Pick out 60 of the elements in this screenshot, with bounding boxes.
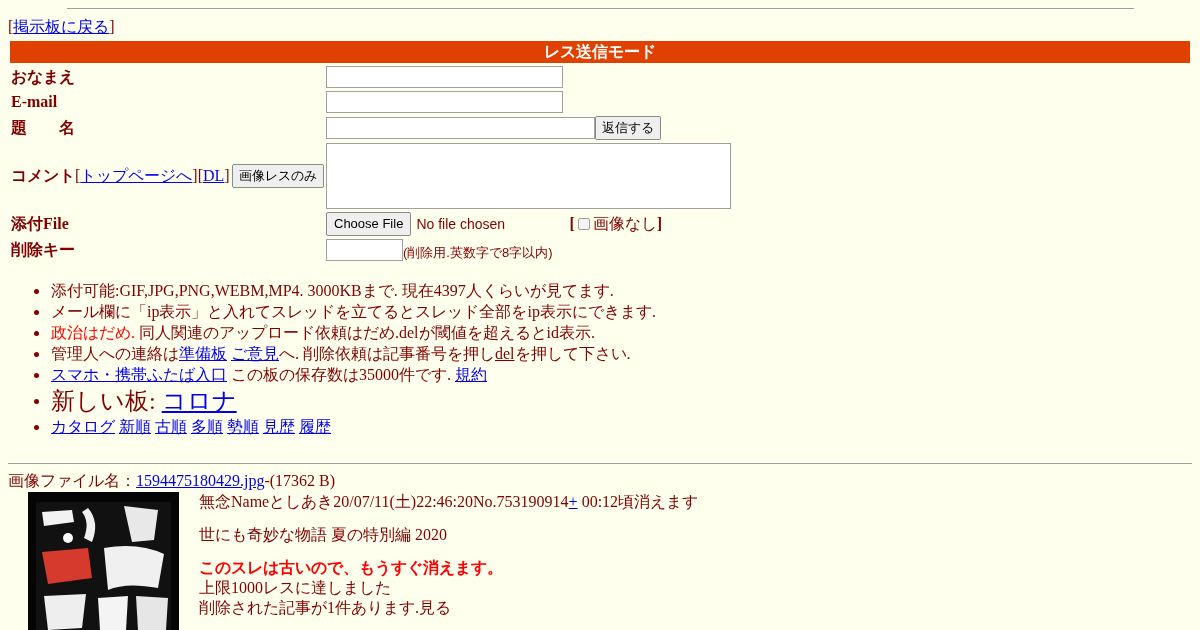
link[interactable]: 勢順 bbox=[227, 418, 259, 435]
choose-file-button[interactable]: Choose File bbox=[326, 212, 412, 236]
notice-text: メール欄に「ip表示」と入れてスレッドを立てるとスレッド全部をip表示にできます. bbox=[51, 302, 656, 322]
name-label: おなまえ bbox=[10, 67, 76, 88]
bullet-icon bbox=[34, 398, 39, 404]
no-image-checkbox[interactable] bbox=[577, 218, 590, 230]
expiry-warning: このスレは古いので、もうすぐ消えます。 bbox=[199, 558, 504, 578]
link[interactable]: 掲示板に戻る bbox=[13, 18, 110, 35]
comment-label: コメント[トップページへ][DL] bbox=[11, 166, 230, 186]
link[interactable]: ご意見 bbox=[231, 345, 279, 362]
notice-text: 添付可能:GIF,JPG,PNG,WEBM,MP4. 3000KBまで. 現在4397人くらいが見てます. bbox=[51, 281, 614, 301]
subject-label: 題 名 bbox=[10, 118, 76, 138]
bracket: [ bbox=[569, 214, 575, 234]
file-name-label: 画像ファイル名： bbox=[8, 471, 136, 491]
email-label: E-mail bbox=[10, 92, 59, 112]
subject-field[interactable] bbox=[326, 117, 595, 139]
link[interactable]: 履歴 bbox=[299, 418, 331, 435]
bullet-icon bbox=[34, 288, 39, 294]
notice-text: 政治はだめ. 同人関連のアップロード依頼はだめ.delが閾値を超えるとid表示. bbox=[51, 323, 595, 343]
notice-text: スマホ・携帯ふたば入口 この板の保存数は35000件です. 規約 bbox=[51, 365, 487, 385]
link[interactable]: DL bbox=[203, 167, 225, 184]
post-text: 削除された記事が1件あります.見る bbox=[199, 598, 452, 618]
bracket: ] bbox=[656, 214, 663, 234]
bullet-icon bbox=[34, 309, 39, 315]
link[interactable]: 見歴 bbox=[263, 418, 295, 435]
back-nav: [掲示板に戻る] bbox=[8, 18, 115, 35]
link[interactable]: 新順 bbox=[119, 418, 151, 435]
bullet-icon bbox=[34, 372, 39, 378]
del-link[interactable]: del bbox=[495, 345, 515, 362]
post-text: 上限1000レスに達しました bbox=[199, 578, 392, 598]
image-only-button[interactable]: 画像レスのみ bbox=[231, 164, 324, 188]
post-header: 無念Nameとしあき20/07/11(土)22:46:20No.753190914+ 00:12頃消えます bbox=[199, 492, 699, 512]
link[interactable]: 規約 bbox=[455, 366, 487, 383]
bullet-icon bbox=[34, 424, 39, 430]
file-link[interactable]: 1594475180429.jpg bbox=[136, 471, 265, 491]
form-title-bar: レス送信モード bbox=[10, 41, 1190, 63]
link[interactable]: 多順 bbox=[191, 418, 223, 435]
email-field[interactable] bbox=[326, 91, 563, 113]
link[interactable]: コロナ bbox=[161, 388, 237, 414]
bullet-icon bbox=[34, 351, 39, 357]
file-label: 添付File bbox=[10, 214, 70, 234]
link[interactable]: 準備板 bbox=[179, 345, 227, 362]
notice-text: 新しい板: コロナ bbox=[51, 387, 237, 416]
delete-key-hint: (削除用.英数字で8字以内) bbox=[403, 245, 553, 261]
link[interactable]: スマホ・携帯ふたば入口 bbox=[51, 366, 227, 383]
link[interactable]: 古順 bbox=[155, 418, 187, 435]
link[interactable]: + bbox=[568, 493, 578, 510]
file-size: -(17362 B) bbox=[264, 471, 336, 491]
file-status: No file chosen bbox=[416, 215, 507, 234]
comment-field[interactable] bbox=[326, 143, 731, 209]
delete-key-field[interactable] bbox=[326, 239, 403, 261]
link[interactable]: トップページへ bbox=[80, 167, 193, 184]
notice-text: 管理人への連絡は準備板 ご意見へ. 削除依頼は記事番号を押しdelを押して下さい. bbox=[51, 344, 631, 364]
post-title: 世にも奇妙な物語 夏の特別編 2020 bbox=[199, 525, 448, 545]
bullet-icon bbox=[34, 330, 39, 336]
no-image-label: 画像なし bbox=[592, 214, 657, 234]
delete-key-label: 削除キー bbox=[10, 240, 76, 260]
name-field[interactable] bbox=[326, 66, 563, 88]
reply-button[interactable]: 返信する bbox=[595, 116, 661, 140]
link[interactable]: カタログ bbox=[51, 418, 115, 435]
